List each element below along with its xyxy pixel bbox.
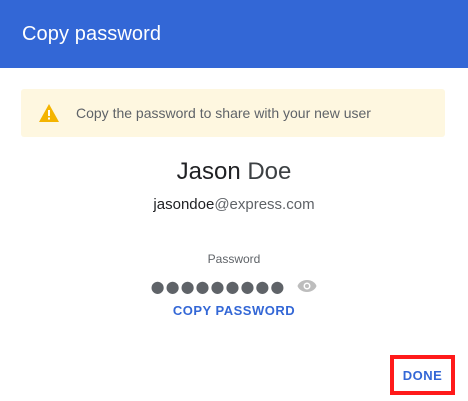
notice-text: Copy the password to share with your new…: [76, 105, 371, 121]
dialog-title: Copy password: [22, 22, 162, 45]
done-button[interactable]: DONE: [390, 355, 455, 395]
password-label: Password: [207, 252, 261, 266]
eye-icon[interactable]: [297, 279, 317, 293]
password-row: ●●●●●●●●●: [0, 276, 468, 296]
copy-password-button[interactable]: COPY PASSWORD: [0, 303, 468, 318]
user-email-local: jasondoe: [153, 196, 215, 213]
notice-banner: Copy the password to share with your new…: [21, 89, 445, 137]
user-first-name: Jason: [176, 158, 241, 185]
dialog-header: Copy password: [0, 0, 468, 68]
copy-password-dialog: Copy password Copy the password to share…: [0, 0, 468, 401]
user-email-domain: @express.com: [214, 196, 315, 213]
user-last-name: Doe: [247, 158, 292, 185]
user-name: Jason Doe: [0, 158, 468, 186]
password-masked-value: ●●●●●●●●●: [150, 276, 286, 296]
warning-icon: [38, 103, 60, 123]
user-email: jasondoe@express.com: [0, 196, 468, 213]
